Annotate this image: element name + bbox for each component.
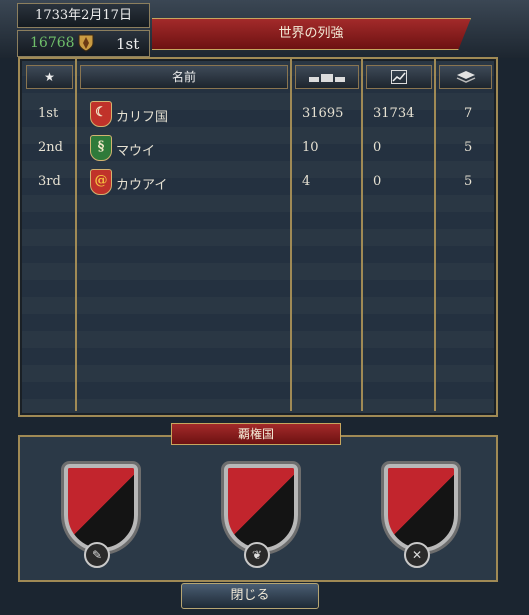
hegemony-shield	[224, 464, 298, 552]
value-cell: 0	[373, 140, 382, 155]
country-name: マウイ	[116, 144, 156, 159]
table-row[interactable]: 2nd § マウイ 10 0 5	[20, 131, 496, 165]
hegemony-slot-military[interactable]: ✕	[362, 454, 472, 569]
hegemony-shield	[384, 464, 458, 552]
country-shield: ☾	[90, 101, 112, 127]
quill-icon: ✎	[84, 542, 110, 568]
header-trend[interactable]	[366, 65, 432, 89]
table-row[interactable]: 3rd @ カウアイ 4 0 5	[20, 165, 496, 199]
hegemony-title: 覇権国	[171, 423, 341, 445]
score-value: 16768	[30, 35, 75, 51]
value-cell: 31734	[373, 106, 415, 121]
header-name[interactable]: 名前	[80, 65, 288, 89]
score-box: 16768 1st	[17, 30, 150, 57]
country-name: カリフ国	[116, 110, 169, 125]
rank-cell: 1st	[38, 106, 59, 121]
value-cell: 0	[373, 174, 382, 189]
value-cell: 7	[464, 106, 473, 121]
header-stack[interactable]	[439, 65, 492, 89]
army-icon	[309, 74, 345, 82]
emblem: ☾	[95, 105, 107, 120]
window-title: 世界の列強	[278, 26, 344, 41]
table-row[interactable]: 1st ☾ カリフ国 31695 31734 7	[20, 97, 496, 131]
stack-icon	[456, 71, 475, 83]
title-banner: 世界の列強	[152, 18, 471, 50]
country-shield: §	[90, 135, 112, 161]
trend-icon	[391, 70, 407, 84]
rankings-table: ★ 名前 1st ☾ カリフ国 31695 31734 7 2nd § マウイ …	[18, 57, 498, 417]
header-rank[interactable]: ★	[26, 65, 73, 89]
value-cell: 4	[302, 174, 311, 189]
country-name: カウアイ	[116, 178, 168, 193]
hegemony-shield	[64, 464, 138, 552]
fleur-icon: ❦	[244, 542, 270, 568]
player-rank: 1st	[116, 35, 140, 53]
value-cell: 10	[302, 140, 319, 155]
country-shield: @	[90, 169, 112, 195]
emblem: §	[97, 139, 105, 154]
rank-cell: 2nd	[38, 140, 63, 155]
hegemony-slot-economic[interactable]: ✎	[42, 454, 152, 569]
emblem: @	[94, 173, 108, 188]
shield-icon	[78, 34, 94, 52]
crossed-swords-icon: ✕	[404, 542, 430, 568]
star-icon: ★	[44, 70, 55, 84]
date-display: 1733年2月17日	[17, 3, 150, 28]
close-button[interactable]: 閉じる	[181, 583, 319, 609]
header-army[interactable]	[295, 65, 359, 89]
value-cell: 5	[464, 140, 473, 155]
hegemony-slot-naval[interactable]: ❦	[202, 454, 312, 569]
value-cell: 5	[464, 174, 473, 189]
rank-cell: 3rd	[38, 174, 61, 189]
value-cell: 31695	[302, 106, 344, 121]
